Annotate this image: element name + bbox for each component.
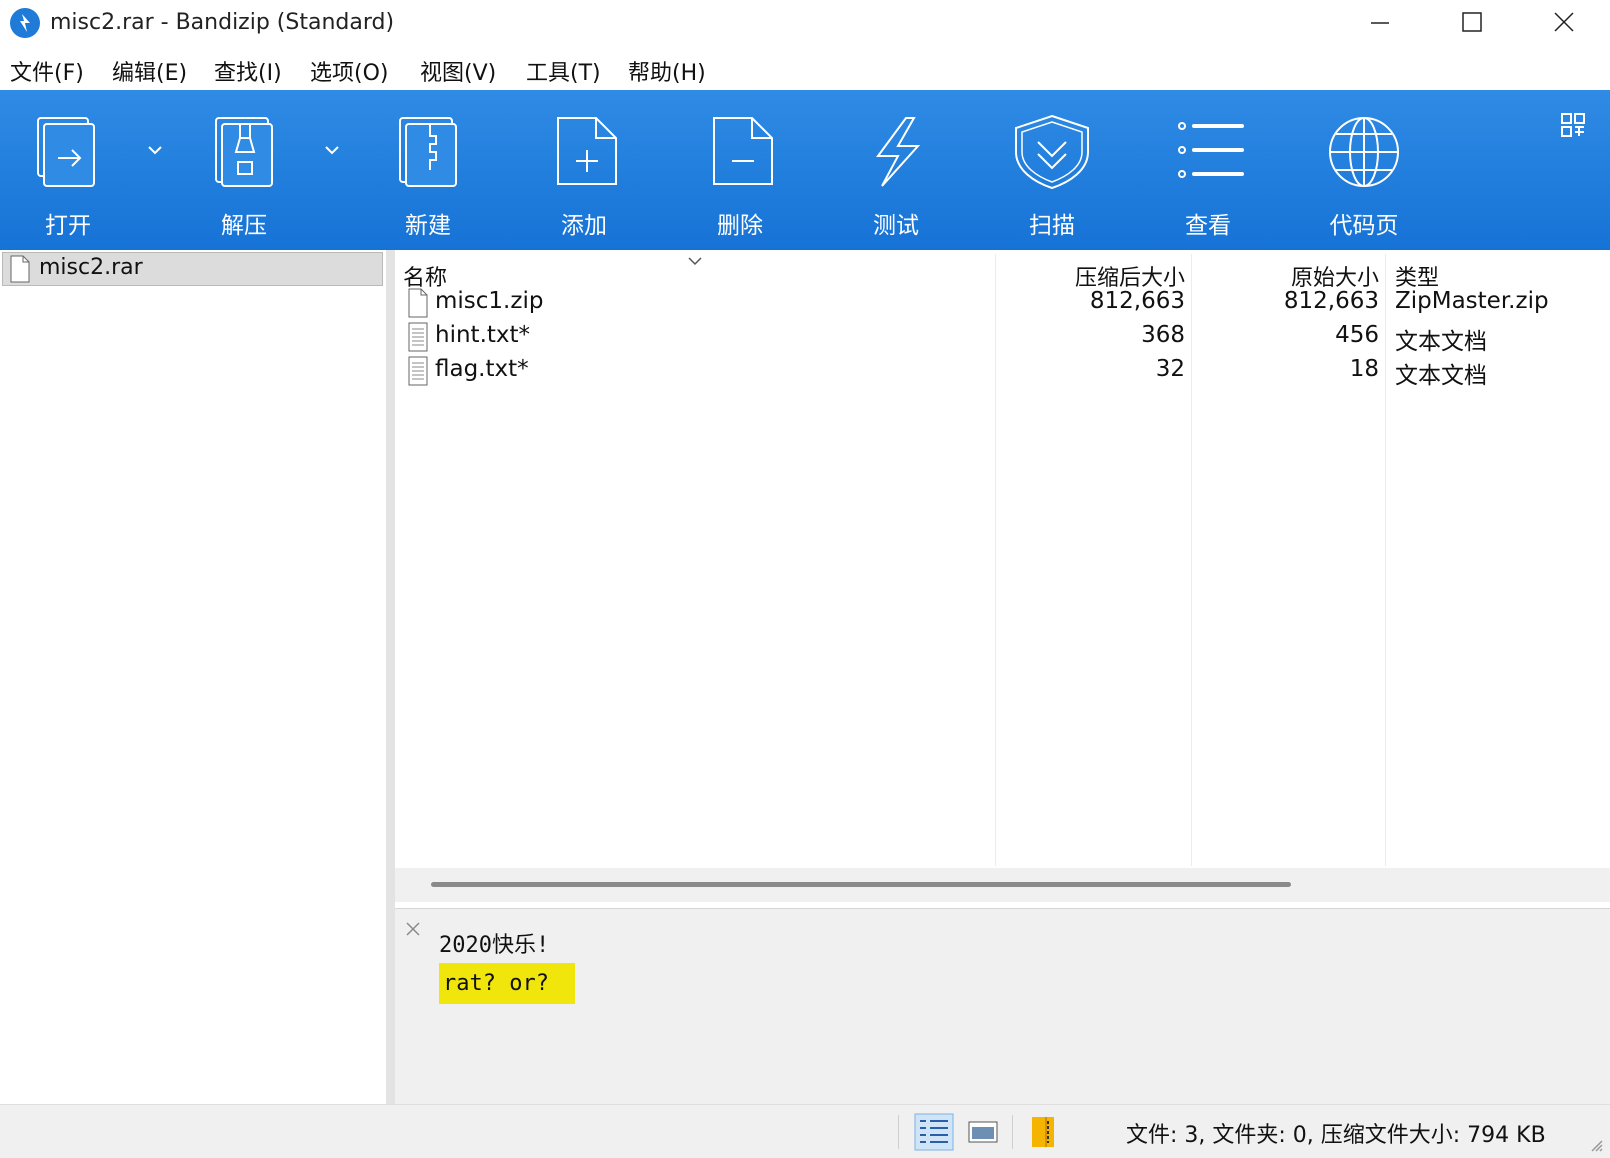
menu-view[interactable]: 视图(V) (420, 55, 496, 87)
file-compressed-size: 812,663 (1089, 288, 1185, 314)
add-file-icon (557, 117, 617, 185)
blank-file-icon (408, 288, 428, 318)
tree-item-archive[interactable]: misc2.rar (2, 252, 383, 286)
file-type: ZipMaster.zip (1395, 288, 1549, 314)
status-summary: 文件: 3, 文件夹: 0, 压缩文件大小: 794 KB (1126, 1123, 1546, 1148)
resize-grip-icon[interactable] (1588, 1137, 1604, 1153)
codepage-globe-icon (1329, 117, 1399, 187)
horizontal-scrollbar[interactable] (395, 868, 1610, 902)
window-title: misc2.rar - Bandizip (Standard) (50, 10, 395, 35)
open-dropdown-chevron-icon[interactable] (145, 140, 165, 160)
file-compressed-size: 368 (1141, 322, 1185, 348)
status-divider (898, 1115, 899, 1149)
test-label: 测试 (873, 213, 919, 239)
file-name: hint.txt* (435, 322, 531, 348)
scan-label: 扫描 (1029, 213, 1075, 239)
new-archive-button[interactable]: 新建 (368, 90, 488, 250)
extract-icon (215, 117, 273, 187)
new-archive-label: 新建 (405, 213, 451, 239)
delete-file-icon (713, 117, 773, 185)
close-comment-icon[interactable] (405, 921, 421, 937)
scan-button[interactable]: 扫描 (992, 90, 1112, 250)
view-list-icon (1178, 122, 1244, 178)
delete-button[interactable]: 删除 (680, 90, 800, 250)
view-button[interactable]: 查看 (1148, 90, 1268, 250)
view-label: 查看 (1185, 213, 1231, 239)
file-original-size: 18 (1349, 356, 1379, 382)
menu-help[interactable]: 帮助(H) (628, 55, 706, 87)
table-row[interactable]: misc1.zip 812,663 812,663 ZipMaster.zip (395, 286, 1610, 320)
bandizip-logo-icon (10, 8, 40, 38)
close-button[interactable] (1518, 0, 1610, 48)
text-file-icon (408, 322, 428, 352)
file-type: 文本文档 (1395, 363, 1487, 389)
open-label: 打开 (45, 213, 91, 239)
file-name: misc1.zip (435, 288, 544, 314)
panel-splitter[interactable] (386, 250, 395, 1104)
file-type: 文本文档 (1395, 329, 1487, 355)
add-label: 添加 (561, 213, 607, 239)
status-divider (1012, 1115, 1013, 1149)
file-compressed-size: 32 (1155, 356, 1185, 382)
minimize-button[interactable] (1334, 0, 1426, 48)
extract-button[interactable]: 解压 (184, 90, 304, 250)
menu-file[interactable]: 文件(F) (10, 55, 84, 87)
extract-dropdown-chevron-icon[interactable] (322, 140, 342, 160)
menu-find[interactable]: 查找(I) (214, 55, 282, 87)
sort-chevron-down-icon (688, 257, 702, 266)
archive-folder-icon[interactable] (1028, 1113, 1062, 1151)
add-button[interactable]: 添加 (524, 90, 644, 250)
file-original-size: 812,663 (1283, 288, 1379, 314)
test-button[interactable]: 测试 (836, 90, 956, 250)
tree-item-label: misc2.rar (39, 255, 143, 280)
codepage-label: 代码页 (1329, 213, 1399, 239)
comment-highlighted-line: rat? or? (439, 963, 575, 1004)
open-archive-icon (37, 117, 95, 187)
maximize-button[interactable] (1426, 0, 1518, 48)
codepage-button[interactable]: 代码页 (1304, 90, 1424, 250)
menu-tools[interactable]: 工具(T) (526, 55, 601, 87)
title-bar: misc2.rar - Bandizip (Standard) (0, 0, 1610, 48)
archive-tree-panel: misc2.rar (0, 250, 386, 1104)
test-lightning-icon (876, 117, 921, 187)
archive-comment-panel: 2020快乐! rat? or? (395, 908, 1610, 1105)
comment-text-line: 2020快乐! (439, 933, 550, 958)
file-name: flag.txt* (435, 356, 529, 382)
status-bar: 文件: 3, 文件夹: 0, 压缩文件大小: 794 KB (0, 1104, 1610, 1158)
layout-grid-icon[interactable] (1560, 112, 1586, 138)
scrollbar-thumb[interactable] (431, 882, 1291, 887)
file-original-size: 456 (1335, 322, 1379, 348)
new-archive-icon (399, 117, 457, 187)
extract-label: 解压 (221, 213, 267, 239)
file-list: 名称 压缩后大小 原始大小 类型 misc1.zip 812,663 812,6… (395, 250, 1610, 868)
text-file-icon (408, 356, 428, 386)
menu-bar: 文件(F) 编辑(E) 查找(I) 选项(O) 视图(V) 工具(T) 帮助(H… (0, 48, 1610, 90)
toolbar: 打开 解压 新建 添加 删除 测试 扫描 查看 代码页 (0, 90, 1610, 250)
delete-label: 删除 (717, 213, 763, 239)
menu-edit[interactable]: 编辑(E) (112, 55, 187, 87)
table-row[interactable]: hint.txt* 368 456 文本文档 (395, 320, 1610, 355)
archive-file-icon (10, 255, 30, 283)
open-button[interactable]: 打开 (8, 90, 128, 250)
preview-pane-icon[interactable] (966, 1113, 1000, 1151)
menu-options[interactable]: 选项(O) (310, 55, 388, 87)
details-view-icon[interactable] (914, 1113, 954, 1151)
scan-shield-icon (1015, 114, 1089, 190)
table-row[interactable]: flag.txt* 32 18 文本文档 (395, 354, 1610, 389)
